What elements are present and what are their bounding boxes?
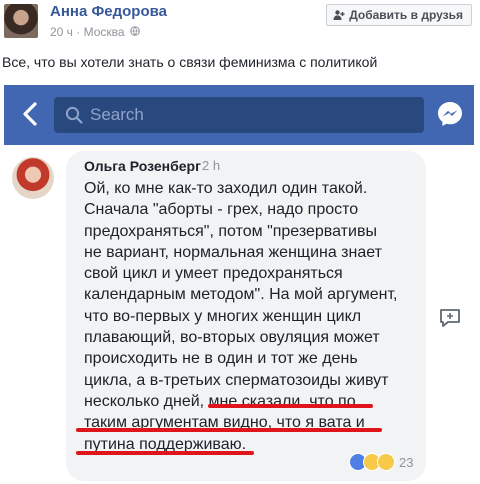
- mobile-nav-bar: Search: [4, 85, 474, 145]
- comment-time: 2 h: [202, 158, 221, 173]
- red-underline: [208, 404, 373, 408]
- red-underline: [76, 428, 382, 432]
- comment-line: не вариант, нормальная женщина знает: [84, 243, 382, 261]
- add-friend-icon: [333, 10, 345, 20]
- red-underline: [76, 451, 254, 455]
- comment-line: свой цикл и умеет предохраняться: [84, 265, 343, 283]
- commenter-avatar[interactable]: [12, 157, 54, 199]
- globe-icon: [130, 26, 140, 36]
- comment-line: календарным методом". На мой аргумент,: [84, 286, 398, 304]
- comment-line: предохраняться", потом "презервативы: [84, 222, 377, 240]
- comment-line: происходить не в один и тот же день: [84, 350, 358, 368]
- post-header: Анна Федорова 20 ч · Москва Добавить в д…: [0, 0, 480, 50]
- comment-line: плавающий, во-вторых овуляция может: [84, 329, 380, 347]
- reply-icon[interactable]: [438, 307, 462, 329]
- messenger-icon[interactable]: [436, 100, 464, 128]
- comment-line: что во-первых у многих женщин цикл: [84, 307, 362, 325]
- author-avatar[interactable]: [4, 4, 38, 38]
- post-meta: 20 ч · Москва: [50, 25, 140, 39]
- add-friend-button[interactable]: Добавить в друзья: [326, 4, 472, 26]
- back-icon[interactable]: [16, 99, 46, 129]
- reactions-summary[interactable]: 23: [349, 453, 413, 471]
- embedded-screenshot: Search Ольга Розенберг 2 h Ой, ко мне ка…: [4, 85, 474, 484]
- search-placeholder: Search: [90, 105, 144, 124]
- add-friend-label: Добавить в друзья: [349, 8, 463, 22]
- comment-line: Сначала "аборты - грех, надо просто: [84, 201, 359, 219]
- meta-separator: ·: [76, 25, 81, 39]
- search-icon: [65, 106, 83, 124]
- commenter-name[interactable]: Ольга Розенберг: [84, 158, 201, 174]
- post-time[interactable]: 20 ч: [50, 25, 73, 39]
- comment-line: Ой, ко мне как-то заходил один такой.: [84, 180, 368, 197]
- post-text: Все, что вы хотели знать о связи феминиз…: [2, 54, 378, 70]
- post-location[interactable]: Москва: [84, 25, 125, 39]
- search-input[interactable]: Search: [54, 97, 424, 133]
- reaction-count: 23: [399, 454, 414, 470]
- wow-icon: [377, 453, 395, 471]
- comment-line: несколько дней, мне сказали, что по: [84, 392, 356, 410]
- comment-line: цикла, а в-третьих сперматозоиды живут: [84, 371, 389, 389]
- comment-text: Ой, ко мне как-то заходил один такой. Сн…: [84, 178, 419, 455]
- author-name[interactable]: Анна Федорова: [50, 3, 167, 20]
